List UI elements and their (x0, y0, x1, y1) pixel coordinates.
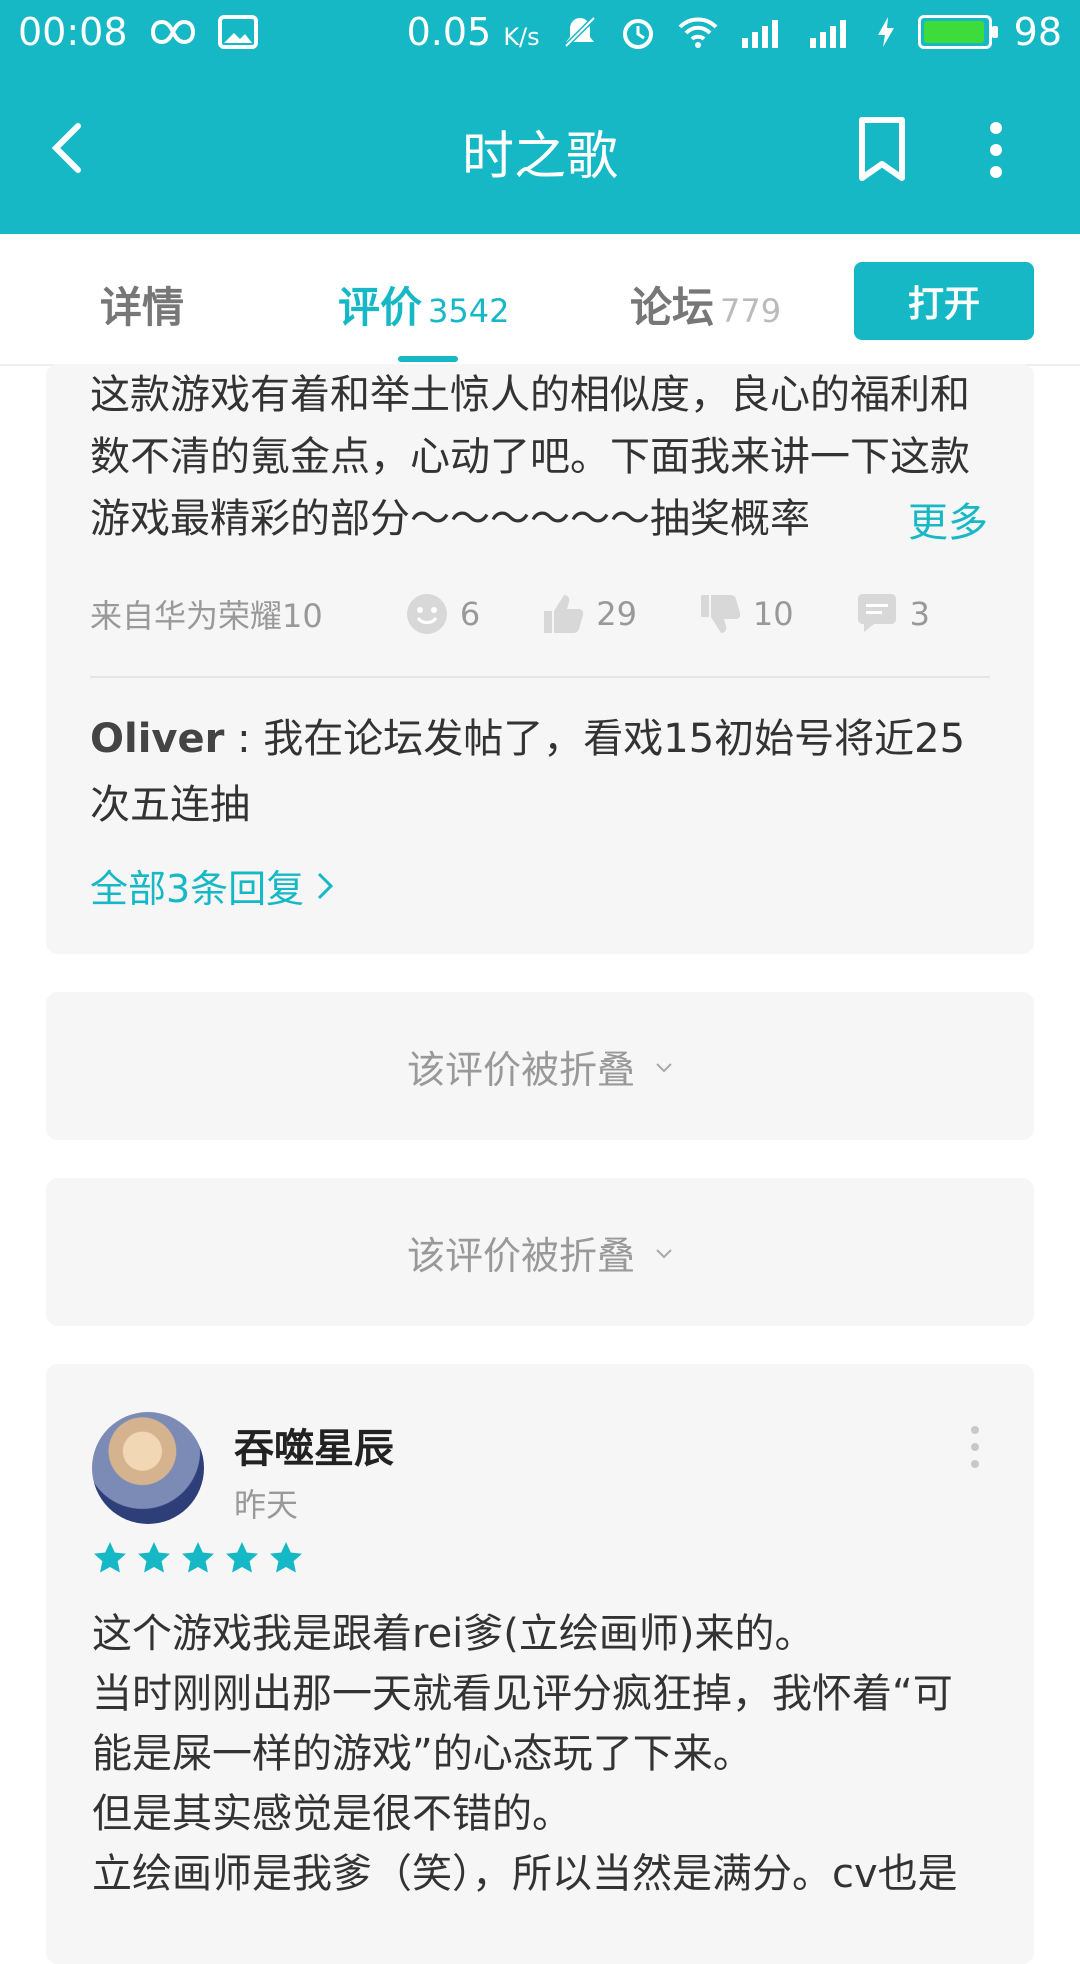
folded-review[interactable]: 该评价被折叠 (46, 1178, 1034, 1326)
star-icon (270, 1542, 302, 1573)
battery-icon (917, 15, 998, 49)
network-speed: 0.05 K/s (407, 10, 540, 54)
signal-3g-icon (808, 14, 854, 50)
reply-author: Oliver (90, 716, 225, 762)
comment-button[interactable]: 3 (854, 591, 930, 637)
dislike-button[interactable]: 10 (697, 591, 794, 637)
star-icon (138, 1542, 170, 1573)
network-speed-unit: K/s (503, 23, 540, 51)
username[interactable]: 吞噬星辰 (234, 1416, 394, 1474)
chevron-right-icon (318, 872, 334, 899)
more-link[interactable]: 更多 (898, 490, 988, 548)
tab-reviews-count: 3542 (428, 292, 510, 330)
folded-label: 该评价被折叠 (406, 1047, 635, 1092)
review-text: 这款游戏有着和举土惊人的相似度，良心的福利和数不清的氪金点，心动了吧。下面我来讲… (90, 372, 970, 542)
review-text: 这个游戏我是跟着rei爹(立绘画师)来的。 当时刚刚出那一天就看见评分疯狂掉，我… (92, 1611, 958, 1897)
tab-details-label: 详情 (100, 283, 185, 332)
bookmark-icon[interactable] (852, 114, 912, 184)
chevron-down-icon (655, 1052, 673, 1080)
rating-stars (92, 1540, 304, 1576)
tab-reviews-label: 评价 (338, 283, 423, 332)
infinity-icon (150, 18, 196, 46)
charging-icon (876, 15, 896, 49)
like-button[interactable]: 29 (540, 591, 637, 637)
dislike-count: 10 (752, 595, 794, 633)
star-icon (226, 1542, 258, 1573)
more-vertical-icon[interactable] (986, 118, 1006, 182)
chevron-down-icon (655, 1238, 673, 1266)
bell-off-icon (562, 14, 598, 50)
review-meta: 来自华为荣耀10 6 29 10 3 (90, 584, 990, 644)
page-title: 时之歌 (461, 127, 618, 187)
smile-icon (406, 594, 447, 634)
all-replies-label: 全部3条回复 (90, 867, 305, 911)
image-icon (217, 15, 258, 49)
divider (90, 676, 990, 678)
avatar[interactable] (92, 1412, 204, 1524)
signal-3g-icon (740, 14, 786, 50)
tab-forum-label: 论坛 (630, 283, 715, 332)
thumbs-down-icon (700, 595, 741, 633)
app-bar: 时之歌 (0, 64, 1080, 234)
smile-button[interactable]: 6 (404, 591, 480, 637)
tab-forum[interactable]: 论坛 779 (630, 274, 781, 335)
comment-icon (857, 594, 896, 632)
folded-review[interactable]: 该评价被折叠 (46, 992, 1034, 1140)
review-time: 昨天 (234, 1486, 299, 1524)
tab-forum-count: 779 (720, 292, 782, 330)
device-label: 来自华为荣耀10 (90, 597, 323, 635)
wifi-icon (678, 15, 718, 49)
tab-details[interactable]: 详情 (100, 274, 184, 335)
status-time: 00:08 (18, 10, 128, 54)
battery-level: 98 (1013, 10, 1062, 54)
star-icon (94, 1542, 126, 1573)
comment-count: 3 (909, 595, 930, 633)
open-button[interactable]: 打开 (854, 262, 1034, 340)
tab-reviews[interactable]: 评价 3542 (338, 274, 509, 335)
review-card: 吞噬星辰 昨天 这个游戏我是跟着rei爹(立绘画师)来的。 当时刚刚出那一天就看… (46, 1364, 1034, 1964)
network-speed-value: 0.05 (406, 10, 492, 54)
tabs-bar: 详情 评价 3542 论坛 779 打开 (0, 234, 1080, 366)
reply: Oliver : 我在论坛发帖了，看戏15初始号将近25次五连抽 (90, 706, 990, 838)
alarm-icon (620, 14, 656, 50)
folded-label: 该评价被折叠 (406, 1233, 635, 1278)
active-tab-indicator (398, 356, 458, 362)
smile-count: 6 (459, 595, 481, 633)
status-bar: 00:08 0.05 K/s 98 (0, 0, 1080, 64)
all-replies-link[interactable]: 全部3条回复 (90, 858, 334, 913)
thumbs-up-icon (544, 595, 584, 633)
star-icon (182, 1542, 214, 1573)
review-card: 这款游戏有着和举土惊人的相似度，良心的福利和数不清的氪金点，心动了吧。下面我来讲… (46, 364, 1034, 954)
like-count: 29 (596, 595, 637, 633)
more-vertical-icon[interactable] (970, 1424, 980, 1470)
